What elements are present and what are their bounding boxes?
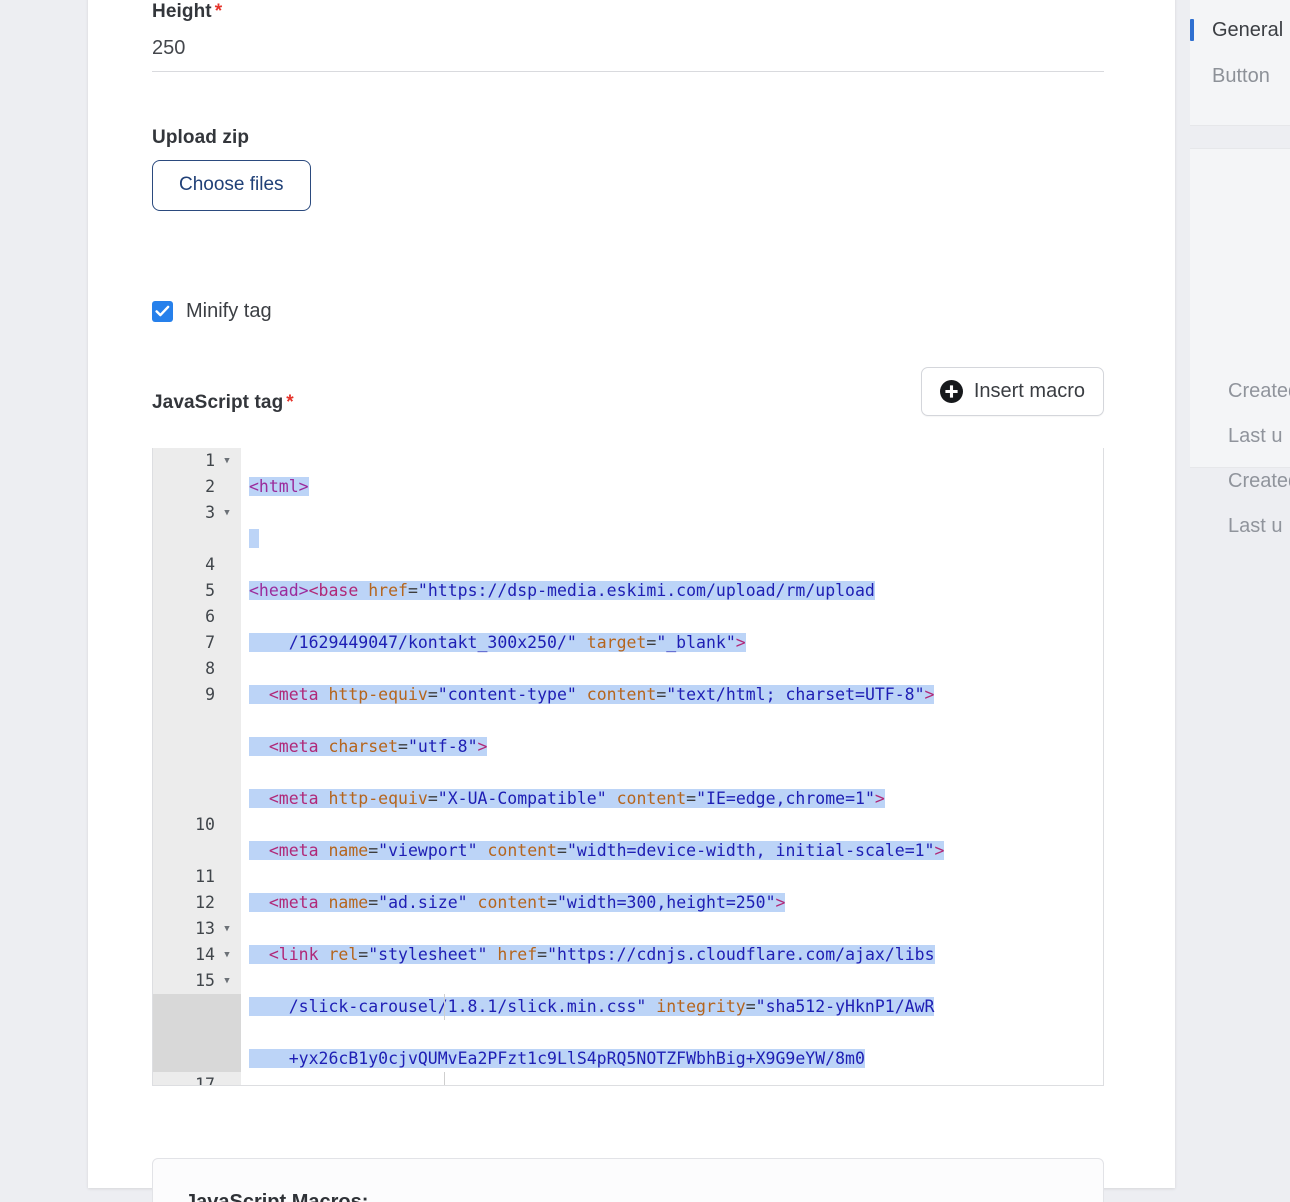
javascript-tag-header: JavaScript tag * Insert macro xyxy=(152,367,1104,429)
javascript-tag-code-editor[interactable]: 1 ▼ 2 3 ▼ 4 5 6 7 8 9 10 11 12 13 ▼ 14 ▼… xyxy=(152,448,1104,1086)
code-line: /1629449047/kontakt_300x250/" target="_b… xyxy=(249,633,746,652)
active-indicator-bar xyxy=(1190,19,1194,41)
editor-line-number-gutter: 1 ▼ 2 3 ▼ 4 5 6 7 8 9 10 11 12 13 ▼ 14 ▼… xyxy=(153,448,241,1085)
javascript-macros-panel: JavaScript Macros: xyxy=(152,1158,1104,1202)
height-required-asterisk: * xyxy=(214,1,223,22)
minify-tag-checkbox[interactable] xyxy=(152,300,173,322)
line-number: 2 xyxy=(205,477,215,496)
code-line: +yx26cB1y0cjvQUMvEa2PFzt1c9LlS4pRQ5NOTZF… xyxy=(249,1049,865,1068)
right-sidebar: General Button Created Last u Created La… xyxy=(1190,0,1290,537)
line-number: 3 xyxy=(205,503,215,522)
fold-toggle-icon[interactable]: ▼ xyxy=(221,942,233,968)
line-number: 15 xyxy=(195,971,215,990)
meta-created-by-label: Created xyxy=(1228,470,1290,492)
indent-guide xyxy=(444,1072,445,1085)
height-field-group: Height * 250 xyxy=(152,0,1104,72)
fold-toggle-icon[interactable]: ▼ xyxy=(221,968,233,994)
javascript-tag-required-asterisk: * xyxy=(286,392,294,413)
upload-zip-field-group: Upload zip Choose files xyxy=(152,126,1104,211)
minify-tag-label[interactable]: Minify tag xyxy=(186,299,272,323)
sidebar-item-general[interactable]: General xyxy=(1190,7,1290,53)
minify-tag-row[interactable]: Minify tag xyxy=(152,299,1104,323)
choose-files-button[interactable]: Choose files xyxy=(152,160,311,211)
insert-macro-label: Insert macro xyxy=(973,380,1085,402)
meta-created-label: Created xyxy=(1228,380,1290,402)
meta-last-updated-by-label: Last u xyxy=(1228,515,1283,537)
meta-last-updated-label: Last u xyxy=(1228,425,1283,447)
fold-toggle-icon[interactable]: ▼ xyxy=(221,448,233,474)
main-content-card: Height * 250 Upload zip Choose files Mini… xyxy=(88,0,1175,1188)
line-number: 11 xyxy=(195,867,215,886)
code-line: <meta name="ad.size" content="width=300,… xyxy=(241,890,1103,916)
sidebar-nav-card: General Button xyxy=(1190,0,1290,126)
javascript-tag-label: JavaScript tag * xyxy=(152,391,294,415)
line-number: 12 xyxy=(195,893,215,912)
insert-macro-button[interactable]: Insert macro xyxy=(920,367,1104,416)
line-number: 1 xyxy=(205,451,215,470)
line-number: 10 xyxy=(195,815,215,834)
height-label: Height * xyxy=(152,0,1104,24)
code-line: <meta http-equiv="content-type" content=… xyxy=(241,682,1103,708)
sidebar-meta-card: Created Last u Created Last u xyxy=(1190,148,1290,537)
line-number: 13 xyxy=(195,919,215,938)
fold-toggle-icon[interactable]: ▼ xyxy=(221,500,233,526)
form-container: Height * 250 Upload zip Choose files Mini… xyxy=(152,0,1104,1086)
code-line: <link rel="stylesheet" href="https://cdn… xyxy=(241,942,1103,968)
plus-circle-icon xyxy=(939,379,963,403)
javascript-macros-title: JavaScript Macros: xyxy=(185,1191,369,1202)
line-number: 7 xyxy=(205,633,215,652)
code-line xyxy=(241,526,1103,552)
sidebar-item-label: General xyxy=(1212,18,1284,41)
upload-zip-label: Upload zip xyxy=(152,127,250,148)
fold-toggle-icon[interactable]: ▼ xyxy=(221,916,233,942)
line-number: 9 xyxy=(205,685,215,704)
height-input[interactable]: 250 xyxy=(152,24,1104,72)
code-line: /slick-carousel/1.8.1/slick.min.css" int… xyxy=(249,997,935,1016)
height-label-text: Height xyxy=(152,1,212,22)
line-number: 14 xyxy=(195,945,215,964)
sidebar-item-label: Button xyxy=(1212,64,1270,87)
code-line: <meta http-equiv="X-UA-Compatible" conte… xyxy=(241,786,1103,812)
page-root: Height * 250 Upload zip Choose files Mini… xyxy=(0,0,1290,1202)
line-number: 6 xyxy=(205,607,215,626)
checkmark-icon xyxy=(155,305,170,316)
sidebar-item-button[interactable]: Button xyxy=(1190,53,1290,99)
code-line: <meta charset="utf-8"> xyxy=(241,734,1103,760)
line-number: 8 xyxy=(205,659,215,678)
editor-code-content[interactable]: <html> <head><base href="https://dsp-med… xyxy=(241,448,1103,1085)
line-number: 5 xyxy=(205,581,215,600)
code-line: <meta name="viewport" content="width=dev… xyxy=(241,838,1103,864)
indent-guide xyxy=(444,994,445,1020)
code-line: <head><base href="https://dsp-media.eski… xyxy=(249,581,875,600)
javascript-tag-label-text: JavaScript tag xyxy=(152,392,284,413)
line-number: 4 xyxy=(205,555,215,574)
code-line: <html> xyxy=(249,477,309,496)
line-number: 17 xyxy=(195,1075,215,1086)
